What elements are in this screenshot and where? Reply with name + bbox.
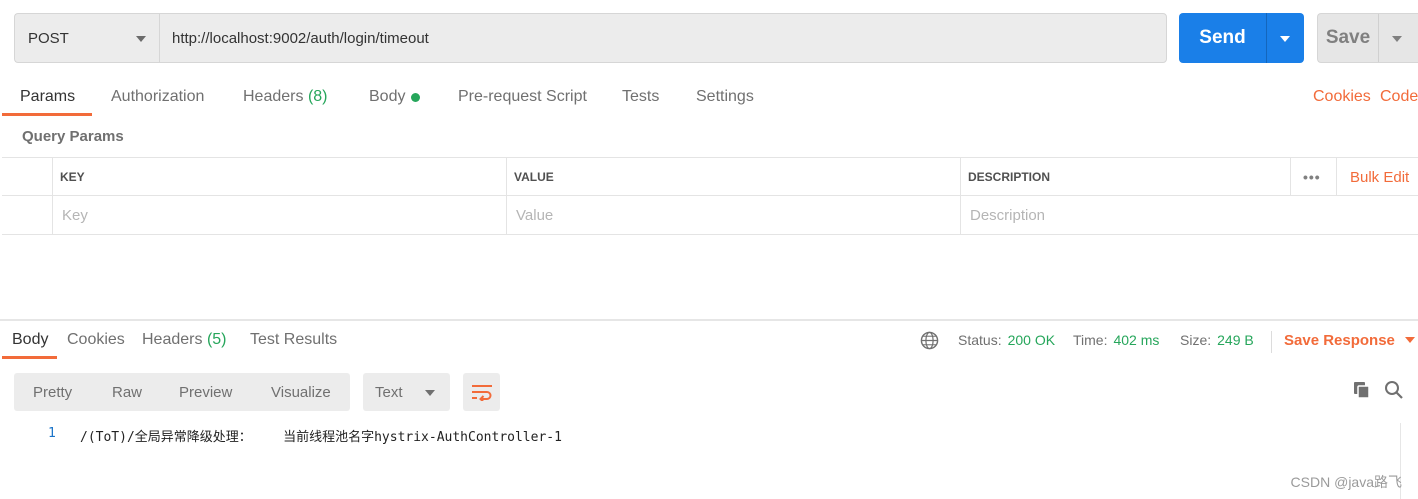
chevron-down-icon [1280,36,1290,42]
active-tab-indicator [2,356,57,359]
size-label: Size: [1180,332,1212,348]
time-label: Time: [1073,332,1108,348]
tab-body-label: Body [369,88,406,105]
chevron-down-icon [425,390,435,396]
table-row: Key Value Description [2,196,1418,234]
response-body-line[interactable]: 1 /(ToT)/全局异常降级处理： 当前线程池名字hystrix-AuthCo… [0,423,1400,445]
request-bar: POST http://localhost:9002/auth/login/ti… [14,13,1167,63]
response-view-mode-group: Pretty Raw Preview Visualize [14,373,350,411]
separator [1271,331,1272,353]
response-tab-headers[interactable]: Headers (5) [142,321,227,359]
size-indicator: Size: 249 B [1180,321,1254,359]
raw-button[interactable]: Raw [112,373,142,411]
tab-headers-label: Headers [243,88,304,105]
active-tab-indicator [2,113,92,116]
watermark: CSDN @java路飞 [1290,474,1402,490]
tab-authorization[interactable]: Authorization [111,78,204,116]
chevron-down-icon [1404,337,1415,343]
code-link[interactable]: Code [1380,78,1418,116]
send-button-group: Send [1179,13,1304,63]
response-tab-headers-count: (5) [206,331,227,348]
column-header-value: VALUE [506,158,960,196]
response-body-text: /(ToT)/全局异常降级处理： 当前线程池名字hystrix-AuthCont… [80,430,562,445]
save-dropdown-button[interactable] [1378,14,1418,62]
visualize-button[interactable]: Visualize [271,373,331,411]
copy-icon[interactable] [1350,378,1374,402]
tab-prerequest-script[interactable]: Pre-request Script [458,78,587,116]
save-response-button[interactable]: Save Response [1284,321,1415,359]
tab-headers-count: (8) [307,88,328,105]
cookies-link[interactable]: Cookies [1313,78,1371,116]
value-input[interactable]: Value [506,196,960,234]
method-select[interactable]: POST [14,13,159,63]
save-response-label: Save Response [1284,331,1395,349]
response-tab-cookies[interactable]: Cookies [67,321,125,359]
line-number: 1 [48,426,56,441]
wrap-lines-button[interactable] [463,373,500,411]
tab-headers[interactable]: Headers (8) [243,78,328,116]
globe-icon[interactable] [920,321,939,359]
search-icon[interactable] [1382,378,1406,402]
vertical-scrollbar[interactable] [1400,423,1418,499]
response-tab-headers-label: Headers [142,331,203,348]
response-tab-body[interactable]: Body [12,321,48,359]
pretty-button[interactable]: Pretty [33,373,72,411]
save-button-group: Save [1317,13,1418,63]
tab-tests[interactable]: Tests [622,78,659,116]
time-value: 402 ms [1113,332,1160,348]
wrap-lines-icon [471,385,492,401]
body-indicator-dot [411,92,421,102]
column-header-description: DESCRIPTION [960,158,1290,196]
save-button[interactable]: Save [1318,14,1378,62]
url-input[interactable]: http://localhost:9002/auth/login/timeout [159,13,1167,63]
status-indicator: Status: 200 OK [958,321,1055,359]
column-header-key: KEY [52,158,506,196]
table-header-row: KEY VALUE DESCRIPTION ••• Bulk Edit [2,158,1418,196]
query-params-title: Query Params [22,128,124,145]
tab-params[interactable]: Params [20,78,75,116]
query-params-table: KEY VALUE DESCRIPTION ••• Bulk Edit Key … [2,157,1418,235]
url-text: http://localhost:9002/auth/login/timeout [172,29,429,47]
size-value: 249 B [1217,332,1254,348]
status-value: 200 OK [1007,332,1056,348]
preview-button[interactable]: Preview [179,373,232,411]
send-button[interactable]: Send [1179,13,1266,63]
chevron-down-icon [1392,36,1402,42]
bulk-edit-link[interactable]: Bulk Edit [1336,158,1418,196]
request-tabs: Params Authorization Headers (8) Body Pr… [0,78,1418,118]
response-tab-test-results[interactable]: Test Results [250,321,337,359]
status-label: Status: [958,332,1002,348]
key-input[interactable]: Key [52,196,506,234]
send-dropdown-button[interactable] [1266,13,1304,63]
time-indicator: Time: 402 ms [1073,321,1159,359]
response-tabs: Body Cookies Headers (5) Test Results St… [0,321,1418,361]
method-label: POST [28,29,69,47]
description-input[interactable]: Description [960,196,1418,234]
more-options-icon[interactable]: ••• [1290,158,1336,196]
tab-body[interactable]: Body [369,78,421,116]
format-select[interactable]: Text [363,373,450,411]
format-label: Text [375,383,403,401]
tab-settings[interactable]: Settings [696,78,754,116]
chevron-down-icon [136,36,146,42]
